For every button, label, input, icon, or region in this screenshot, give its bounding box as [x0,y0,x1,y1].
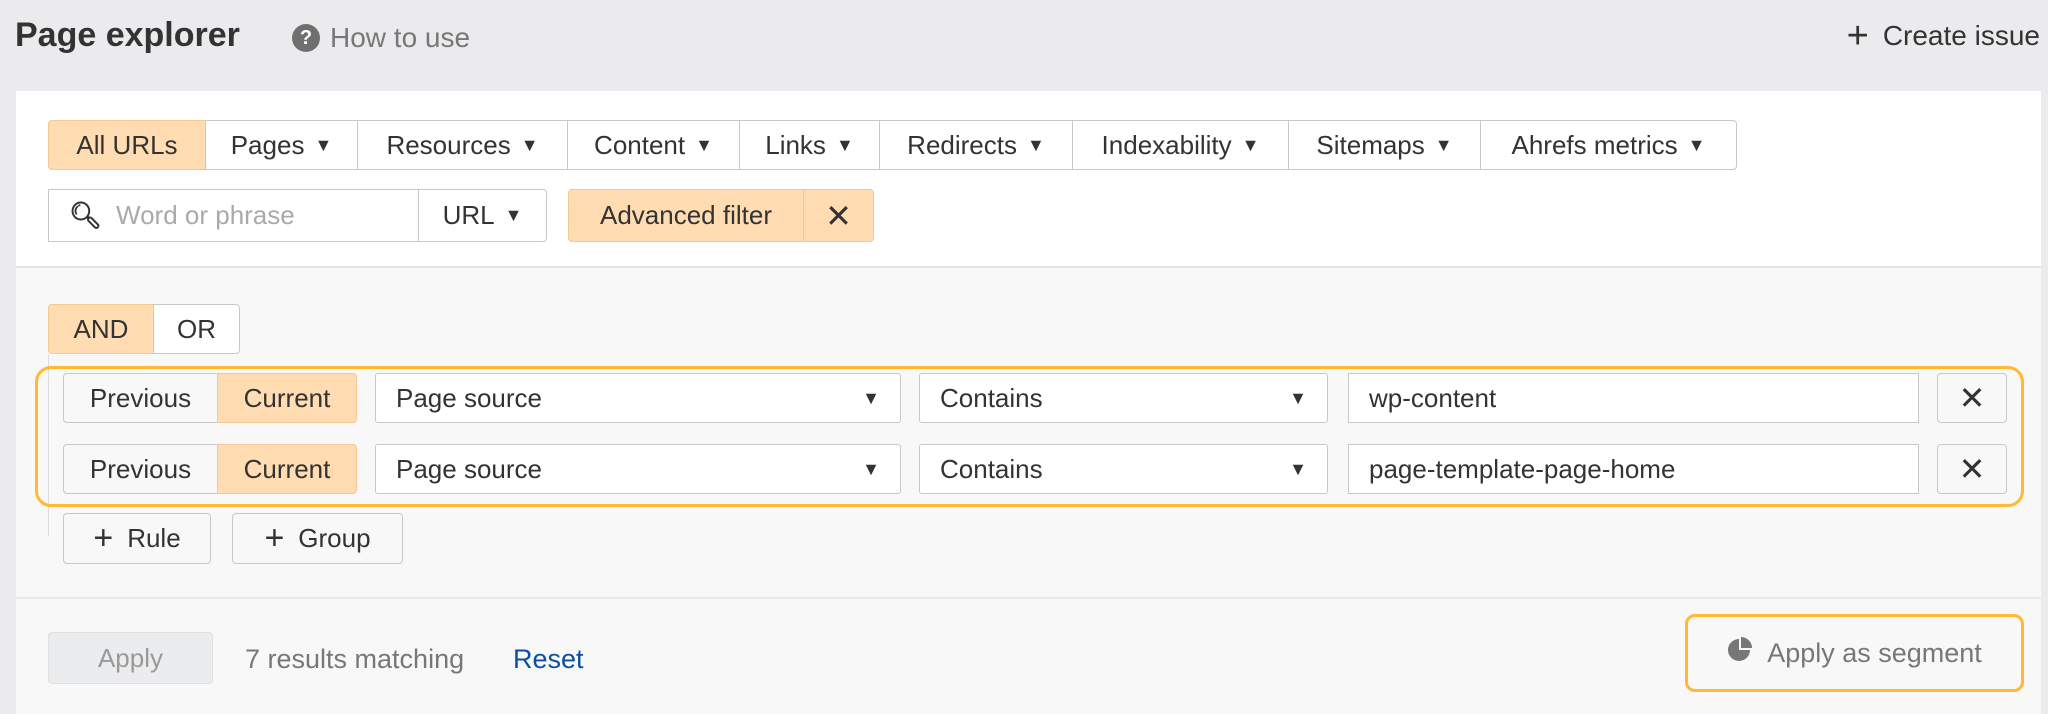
caret-down-icon: ▼ [1434,134,1453,155]
tab-label: Sitemaps [1316,129,1425,160]
close-icon: ✕ [1958,451,1986,487]
caret-down-icon: ▼ [695,134,713,155]
tab-resources[interactable]: Resources ▼ [357,120,568,170]
add-group-button[interactable]: + Group [232,513,403,564]
and-toggle[interactable]: AND [48,304,154,354]
tab-redirects[interactable]: Redirects ▼ [879,120,1073,170]
how-to-use-link[interactable]: ? How to use [292,22,470,54]
page-title: Page explorer [15,16,240,54]
current-toggle[interactable]: Current [217,444,357,494]
tab-label: Ahrefs metrics [1511,129,1678,160]
caret-down-icon: ▼ [1027,134,1045,155]
caret-down-icon: ▼ [1289,458,1307,479]
tab-ahrefs-metrics[interactable]: Ahrefs metrics ▼ [1480,120,1737,170]
current-toggle[interactable]: Current [217,373,357,423]
tab-label: Redirects [907,129,1017,160]
add-rule-button[interactable]: + Rule [63,513,211,564]
plus-icon: + [93,519,114,557]
search-icon: 🔍︎ [69,200,103,230]
and-label: AND [73,313,129,344]
or-label: OR [177,313,216,344]
help-icon: ? [292,24,320,52]
value-input[interactable]: page-template-page-home [1348,444,1919,494]
divider [16,597,2041,599]
advanced-filter-label: Advanced filter [600,200,772,230]
operator-label: Contains [940,453,1043,484]
tab-label: All URLs [76,129,178,160]
tab-sitemaps[interactable]: Sitemaps ▼ [1288,120,1481,170]
field-dropdown[interactable]: Page source ▼ [375,373,901,423]
tab-pages[interactable]: Pages ▼ [205,120,358,170]
caret-down-icon: ▼ [520,134,539,155]
apply-button[interactable]: Apply [48,632,213,684]
or-toggle[interactable]: OR [153,304,240,354]
caret-down-icon: ▼ [862,458,880,479]
tab-indexability[interactable]: Indexability ▼ [1072,120,1289,170]
tab-all-urls[interactable]: All URLs [48,120,206,170]
advanced-filter-button[interactable]: Advanced filter [568,189,804,242]
caret-down-icon: ▼ [504,205,523,225]
search-input[interactable]: 🔍︎ Word or phrase [48,189,419,242]
caret-down-icon: ▼ [1687,134,1706,155]
close-icon: ✕ [825,197,852,234]
tab-content[interactable]: Content ▼ [567,120,740,170]
tab-label: Pages [230,129,305,160]
field-label: Page source [396,453,542,484]
results-count: 7 results matching [245,644,465,674]
close-advanced-filter-button[interactable]: ✕ [803,189,874,242]
previous-label: Previous [89,453,192,484]
search-placeholder: Word or phrase [116,200,295,230]
caret-down-icon: ▼ [835,134,854,155]
tab-label: Links [765,129,826,160]
remove-rule-button[interactable]: ✕ [1937,373,2007,423]
remove-rule-button[interactable]: ✕ [1937,444,2007,494]
previous-toggle[interactable]: Previous [63,373,218,423]
how-to-use-label: How to use [330,22,471,53]
current-label: Current [243,453,331,484]
field-label: Page source [396,382,542,413]
caret-down-icon: ▼ [314,134,333,155]
create-issue-button[interactable]: + Create issue [1846,15,2040,57]
add-group-label: Group [298,523,371,553]
apply-label: Apply [97,642,164,673]
field-dropdown[interactable]: Page source ▼ [375,444,901,494]
tab-label: Content [594,129,686,160]
previous-label: Previous [89,382,192,413]
scope-label: URL [442,200,495,230]
caret-down-icon: ▼ [1241,134,1260,155]
apply-as-segment-button[interactable]: Apply as segment [1685,614,2024,692]
value-input[interactable]: wp-content [1348,373,1919,423]
search-scope-dropdown[interactable]: URL ▼ [418,189,547,242]
caret-down-icon: ▼ [862,387,880,408]
pie-chart-icon [1727,636,1753,671]
operator-dropdown[interactable]: Contains ▼ [919,373,1328,423]
reset-link[interactable]: Reset [513,644,584,675]
operator-label: Contains [940,382,1043,413]
operator-dropdown[interactable]: Contains ▼ [919,444,1328,494]
apply-as-segment-label: Apply as segment [1767,637,1982,668]
current-label: Current [243,382,331,413]
plus-icon: + [264,519,285,557]
value-text: wp-content [1369,382,1497,413]
close-icon: ✕ [1958,380,1986,416]
tab-label: Indexability [1101,129,1232,160]
caret-down-icon: ▼ [1289,387,1307,408]
add-rule-label: Rule [127,523,181,553]
value-text: page-template-page-home [1369,453,1676,484]
plus-icon: + [1846,15,1869,57]
previous-toggle[interactable]: Previous [63,444,218,494]
tab-label: Resources [386,129,511,160]
tab-links[interactable]: Links ▼ [739,120,880,170]
create-issue-label: Create issue [1882,20,2040,51]
